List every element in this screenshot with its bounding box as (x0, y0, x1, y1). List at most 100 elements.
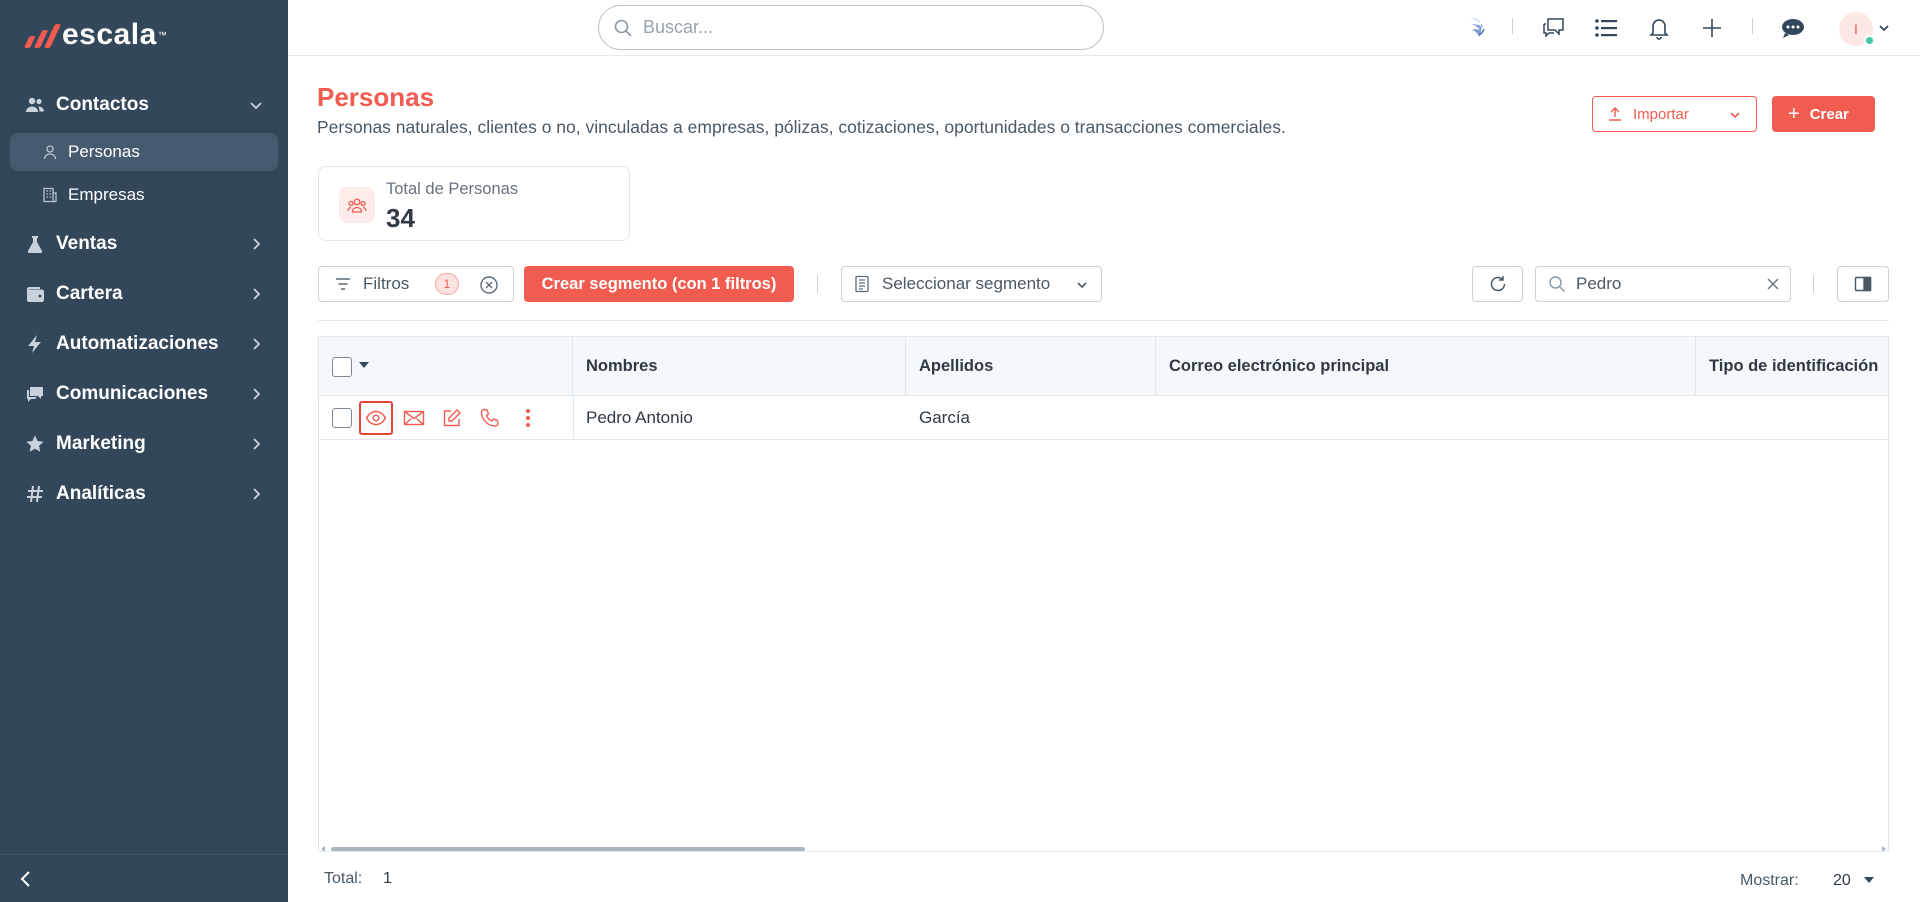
sidebar-item-cartera[interactable]: Cartera (0, 269, 288, 319)
plus-icon[interactable] (1698, 14, 1726, 42)
collapse-sidebar-icon[interactable] (16, 869, 36, 889)
sidebar-nav: Contactos Personas Empresas Ventas Carte… (0, 80, 288, 519)
view-button[interactable] (359, 401, 393, 435)
chevron-right-icon (253, 238, 261, 250)
column-header-apellidos[interactable]: Apellidos (906, 337, 1156, 396)
sidebar-item-contactos[interactable]: Contactos (0, 80, 288, 130)
table-search[interactable] (1535, 266, 1791, 302)
column-header-nombres[interactable]: Nombres (573, 337, 906, 396)
avatar-initial: I (1854, 21, 1858, 37)
cell-nombres: Pedro Antonio (586, 408, 693, 427)
building-icon (43, 187, 57, 203)
conversations-icon[interactable] (1539, 14, 1567, 42)
columns-icon (1854, 276, 1872, 292)
filter-icon (336, 278, 350, 290)
online-status-icon (1864, 35, 1875, 46)
table-row[interactable]: Pedro Antonio García (319, 396, 1888, 440)
edit-button[interactable] (437, 403, 467, 433)
select-segment-label: Seleccionar segmento (882, 274, 1051, 293)
bell-icon[interactable] (1645, 14, 1673, 42)
scroll-right-arrow-icon[interactable] (1882, 846, 1886, 851)
filter-count-badge: 1 (435, 273, 459, 295)
table-header: Nombres Apellidos Correo electrónico pri… (319, 337, 1888, 396)
sidebar-item-label: Automatizaciones (56, 333, 219, 354)
support-chat-icon[interactable] (1779, 14, 1807, 42)
more-options-button[interactable] (513, 403, 543, 433)
total-personas-card: Total de Personas 34 (318, 166, 630, 241)
plus-icon: + (1788, 103, 1800, 125)
flask-icon (24, 233, 46, 255)
total-value: 1 (383, 870, 392, 887)
sidebar-item-comunicaciones[interactable]: Comunicaciones (0, 369, 288, 419)
total-label: Total: (324, 870, 363, 887)
hash-icon (24, 483, 46, 505)
personas-table: Nombres Apellidos Correo electrónico pri… (318, 336, 1889, 852)
global-search-input[interactable] (643, 17, 1073, 38)
list-icon[interactable] (1592, 14, 1620, 42)
chevron-right-icon (253, 388, 261, 400)
sidebar-item-label: Ventas (56, 233, 118, 254)
refresh-button[interactable] (1472, 266, 1523, 302)
star-icon (24, 433, 46, 455)
sidebar-subitem-personas[interactable]: Personas (10, 133, 278, 171)
sidebar-footer (0, 854, 288, 902)
document-icon (855, 275, 869, 293)
create-label: Crear (1809, 105, 1849, 123)
sidebar: escala ™ Contactos Personas Empresas Ven… (0, 0, 288, 902)
select-all-checkbox[interactable] (332, 356, 352, 377)
column-header-tipo-identificacion[interactable]: Tipo de identificación (1696, 337, 1888, 396)
row-checkbox[interactable] (332, 408, 352, 428)
clear-filters-icon[interactable] (479, 275, 499, 295)
page-size-select[interactable]: 20 (1833, 872, 1851, 890)
topbar-separator (1512, 18, 1513, 34)
chevron-down-icon (1730, 112, 1740, 119)
filters-button[interactable]: Filtros 1 (318, 266, 514, 302)
chevron-down-icon[interactable] (1878, 22, 1890, 34)
select-options-caret-icon[interactable] (359, 362, 369, 368)
brand-name: escala (62, 18, 157, 51)
create-segment-button[interactable]: Crear segmento (con 1 filtros) (524, 266, 794, 302)
toolbar-separator (1813, 275, 1814, 293)
filters-label: Filtros (363, 274, 410, 293)
bolt-icon (24, 333, 46, 355)
page-size-caret-icon[interactable] (1864, 877, 1874, 883)
select-segment-dropdown[interactable]: Seleccionar segmento (841, 266, 1102, 302)
chat-icon (24, 383, 46, 405)
import-button[interactable]: Importar (1592, 96, 1757, 132)
sidebar-item-label: Contactos (56, 94, 149, 115)
call-button[interactable] (475, 403, 505, 433)
user-avatar[interactable]: I (1839, 12, 1875, 46)
person-icon (43, 145, 57, 160)
bird-logo-icon[interactable] (1464, 14, 1492, 42)
sidebar-item-label: Cartera (56, 283, 123, 304)
create-button[interactable]: + Crear (1772, 96, 1875, 132)
sidebar-item-ventas[interactable]: Ventas (0, 219, 288, 269)
global-search[interactable] (598, 5, 1104, 50)
column-divider (573, 396, 574, 440)
sidebar-subitem-label: Empresas (68, 185, 145, 204)
table-search-input[interactable] (1576, 274, 1756, 294)
email-button[interactable] (399, 403, 429, 433)
upload-icon (1609, 107, 1621, 121)
column-header-correo[interactable]: Correo electrónico principal (1156, 337, 1696, 396)
sidebar-item-automatizaciones[interactable]: Automatizaciones (0, 319, 288, 369)
chevron-down-icon (250, 102, 262, 110)
page-size-label: Mostrar: (1740, 872, 1799, 889)
clear-search-icon[interactable] (1766, 277, 1780, 291)
horizontal-scrollbar[interactable] (321, 846, 1886, 851)
cell-apellidos: García (919, 408, 971, 427)
users-icon (24, 94, 46, 116)
scroll-left-arrow-icon[interactable] (321, 846, 325, 851)
people-group-icon (339, 187, 375, 223)
brand-logo[interactable]: escala ™ (23, 18, 167, 52)
scrollbar-thumb[interactable] (331, 847, 805, 851)
columns-toggle-button[interactable] (1837, 266, 1889, 302)
envelope-icon (403, 410, 425, 426)
topbar: I (288, 0, 1920, 56)
sidebar-subitem-empresas[interactable]: Empresas (10, 176, 278, 214)
stat-label: Total de Personas (386, 180, 519, 198)
sidebar-item-marketing[interactable]: Marketing (0, 419, 288, 469)
cell-correo (1156, 396, 1696, 440)
sidebar-item-analiticas[interactable]: Analíticas (0, 469, 288, 519)
toolbar-divider (318, 320, 1889, 321)
